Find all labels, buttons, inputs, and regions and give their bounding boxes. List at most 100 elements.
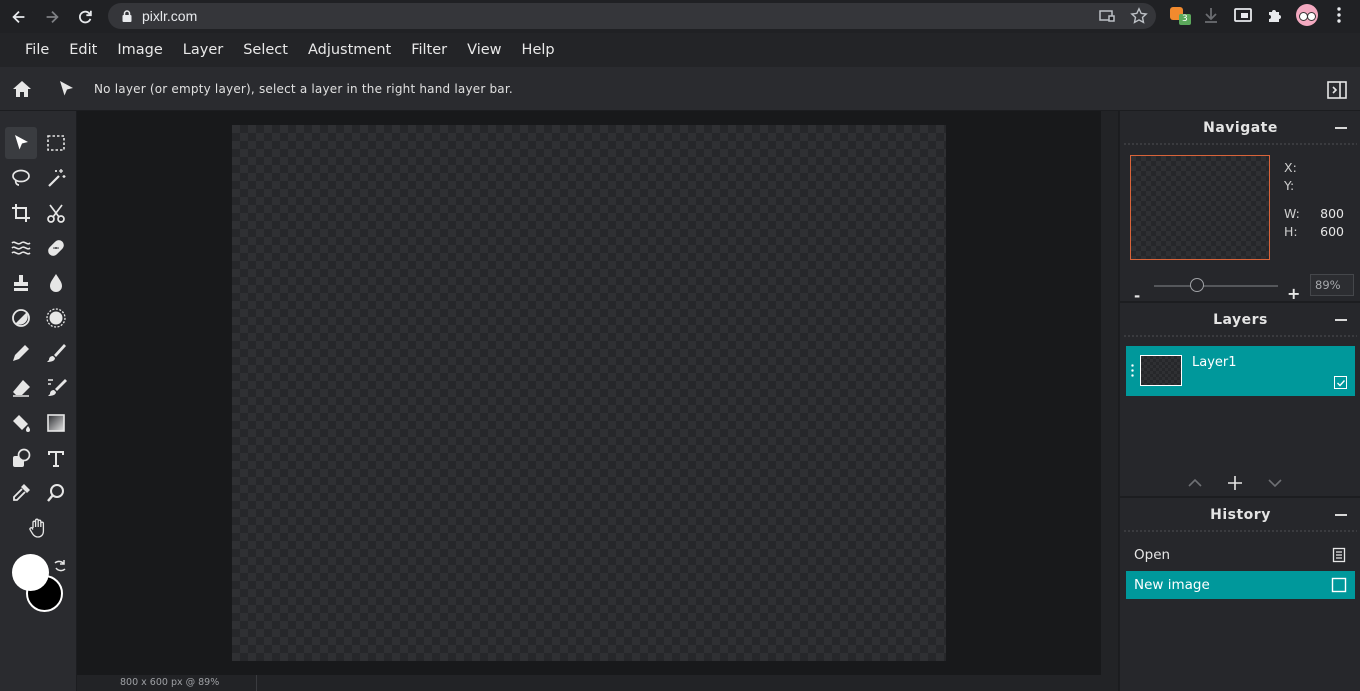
- navigator-preview[interactable]: [1130, 155, 1270, 260]
- cutout-tool[interactable]: [40, 197, 72, 229]
- kebab-menu-icon[interactable]: [1328, 4, 1350, 26]
- blur-tool-icon: [50, 274, 62, 292]
- eraser-tool[interactable]: [5, 372, 37, 404]
- history-rule: [1124, 530, 1357, 532]
- layers-collapse-icon[interactable]: [1335, 319, 1347, 321]
- browser-toolbar: pixlr.com 3: [0, 0, 1360, 33]
- gradient-tool-icon: [47, 414, 65, 432]
- address-bar[interactable]: pixlr.com: [108, 3, 1156, 29]
- zoom-slider-handle[interactable]: [1190, 278, 1204, 292]
- menu-adjustment[interactable]: Adjustment: [308, 42, 391, 58]
- w-label: W:: [1284, 206, 1300, 221]
- arrow-left-icon: [12, 10, 25, 23]
- dodge-burn-tool-icon: [12, 309, 30, 327]
- menu-select[interactable]: Select: [243, 42, 288, 58]
- vertical-scrollbar[interactable]: [1101, 111, 1118, 675]
- history-item-new-image[interactable]: New image: [1126, 571, 1355, 599]
- replace-color-tool[interactable]: [40, 372, 72, 404]
- eraser-tool-icon: [13, 380, 30, 397]
- arrange-tool[interactable]: [5, 127, 37, 159]
- extensions-puzzle-icon[interactable]: [1264, 4, 1286, 26]
- foreground-color-swatch[interactable]: [12, 554, 49, 591]
- zoom-tool-icon: [47, 484, 64, 502]
- cut-tool-icon: [47, 204, 65, 223]
- move-layer-down-button[interactable]: [1264, 472, 1286, 494]
- history-item-label: Open: [1134, 547, 1171, 563]
- menu-image[interactable]: Image: [117, 42, 162, 58]
- blur-tool[interactable]: [40, 267, 72, 299]
- swap-colors-icon[interactable]: [52, 558, 68, 574]
- menu-help[interactable]: Help: [522, 42, 555, 58]
- hand-tool-icon: [29, 518, 45, 538]
- liquify-tool-icon: [11, 241, 31, 255]
- drag-handle-icon[interactable]: [1131, 363, 1134, 379]
- layer-thumbnail: [1140, 355, 1182, 386]
- add-layer-button[interactable]: [1224, 472, 1246, 494]
- navigate-collapse-icon[interactable]: [1335, 127, 1347, 129]
- x-label: X:: [1284, 160, 1297, 175]
- move-layer-up-button[interactable]: [1184, 472, 1206, 494]
- app-menu-bar: File Edit Image Layer Select Adjustment …: [0, 33, 1360, 67]
- history-collapse-icon[interactable]: [1335, 514, 1347, 516]
- wand-tool[interactable]: [40, 162, 72, 194]
- profile-avatar[interactable]: [1296, 4, 1318, 26]
- zoom-value-input[interactable]: 89%: [1310, 274, 1354, 296]
- extension-badge-count: 3: [1179, 14, 1191, 25]
- eyedropper-tool[interactable]: [5, 477, 37, 509]
- home-icon: [13, 80, 31, 97]
- reload-button[interactable]: [71, 3, 99, 31]
- marquee-tool-icon: [47, 135, 65, 151]
- pencil-tool-icon: [13, 345, 29, 361]
- gradient-tool[interactable]: [40, 407, 72, 439]
- bookmark-star-icon[interactable]: [1130, 7, 1148, 25]
- menu-filter[interactable]: Filter: [411, 42, 447, 58]
- zoom-slider-track[interactable]: [1154, 285, 1278, 287]
- heal-tool[interactable]: [40, 232, 72, 264]
- eyedropper-tool-icon: [13, 484, 30, 501]
- install-app-icon[interactable]: [1098, 7, 1116, 25]
- collapse-panel-icon[interactable]: [1326, 79, 1348, 101]
- layer-visibility-checkbox[interactable]: [1334, 376, 1347, 389]
- clone-stamp-tool-icon: [14, 275, 28, 291]
- tools-panel: [0, 111, 77, 691]
- brush-tool[interactable]: [40, 337, 72, 369]
- menu-layer[interactable]: Layer: [183, 42, 223, 58]
- canvas-workspace[interactable]: [77, 111, 1118, 675]
- media-control-icon[interactable]: [1232, 4, 1254, 26]
- fill-tool[interactable]: [5, 407, 37, 439]
- arrange-tool-icon: [15, 135, 28, 150]
- navigate-header: Navigate: [1120, 111, 1360, 145]
- zoom-tool[interactable]: [40, 477, 72, 509]
- liquify-tool[interactable]: [5, 232, 37, 264]
- layer-actions: [1184, 472, 1286, 494]
- text-tool[interactable]: [40, 442, 72, 474]
- lasso-tool[interactable]: [5, 162, 37, 194]
- layer-item[interactable]: Layer1: [1126, 346, 1355, 396]
- menu-file[interactable]: File: [25, 42, 49, 58]
- blank-image-icon: [1331, 577, 1347, 593]
- reload-icon: [79, 10, 92, 23]
- image-canvas[interactable]: [232, 125, 946, 661]
- tool-options-bar: No layer (or empty layer), select a laye…: [0, 67, 1360, 111]
- crop-tool[interactable]: [5, 197, 37, 229]
- layers-title: Layers: [1213, 312, 1268, 328]
- options-message: No layer (or empty layer), select a laye…: [94, 81, 513, 96]
- history-item-open[interactable]: Open: [1126, 541, 1355, 569]
- lasso-tool-icon: [12, 169, 30, 186]
- menu-edit[interactable]: Edit: [69, 42, 97, 58]
- shape-tool[interactable]: [5, 442, 37, 474]
- dodge-burn-tool[interactable]: [5, 302, 37, 334]
- marquee-tool[interactable]: [40, 127, 72, 159]
- clone-stamp-tool[interactable]: [5, 267, 37, 299]
- forward-button[interactable]: [38, 3, 66, 31]
- download-icon[interactable]: [1200, 4, 1222, 26]
- replace-color-tool-icon: [48, 379, 67, 396]
- back-button[interactable]: [5, 3, 33, 31]
- home-button[interactable]: [0, 67, 44, 111]
- extension-button[interactable]: 3: [1168, 4, 1191, 26]
- pencil-tool[interactable]: [5, 337, 37, 369]
- menu-view[interactable]: View: [467, 42, 501, 58]
- crop-tool-icon: [12, 204, 30, 222]
- hand-tool[interactable]: [22, 512, 54, 544]
- sponge-tool[interactable]: [40, 302, 72, 334]
